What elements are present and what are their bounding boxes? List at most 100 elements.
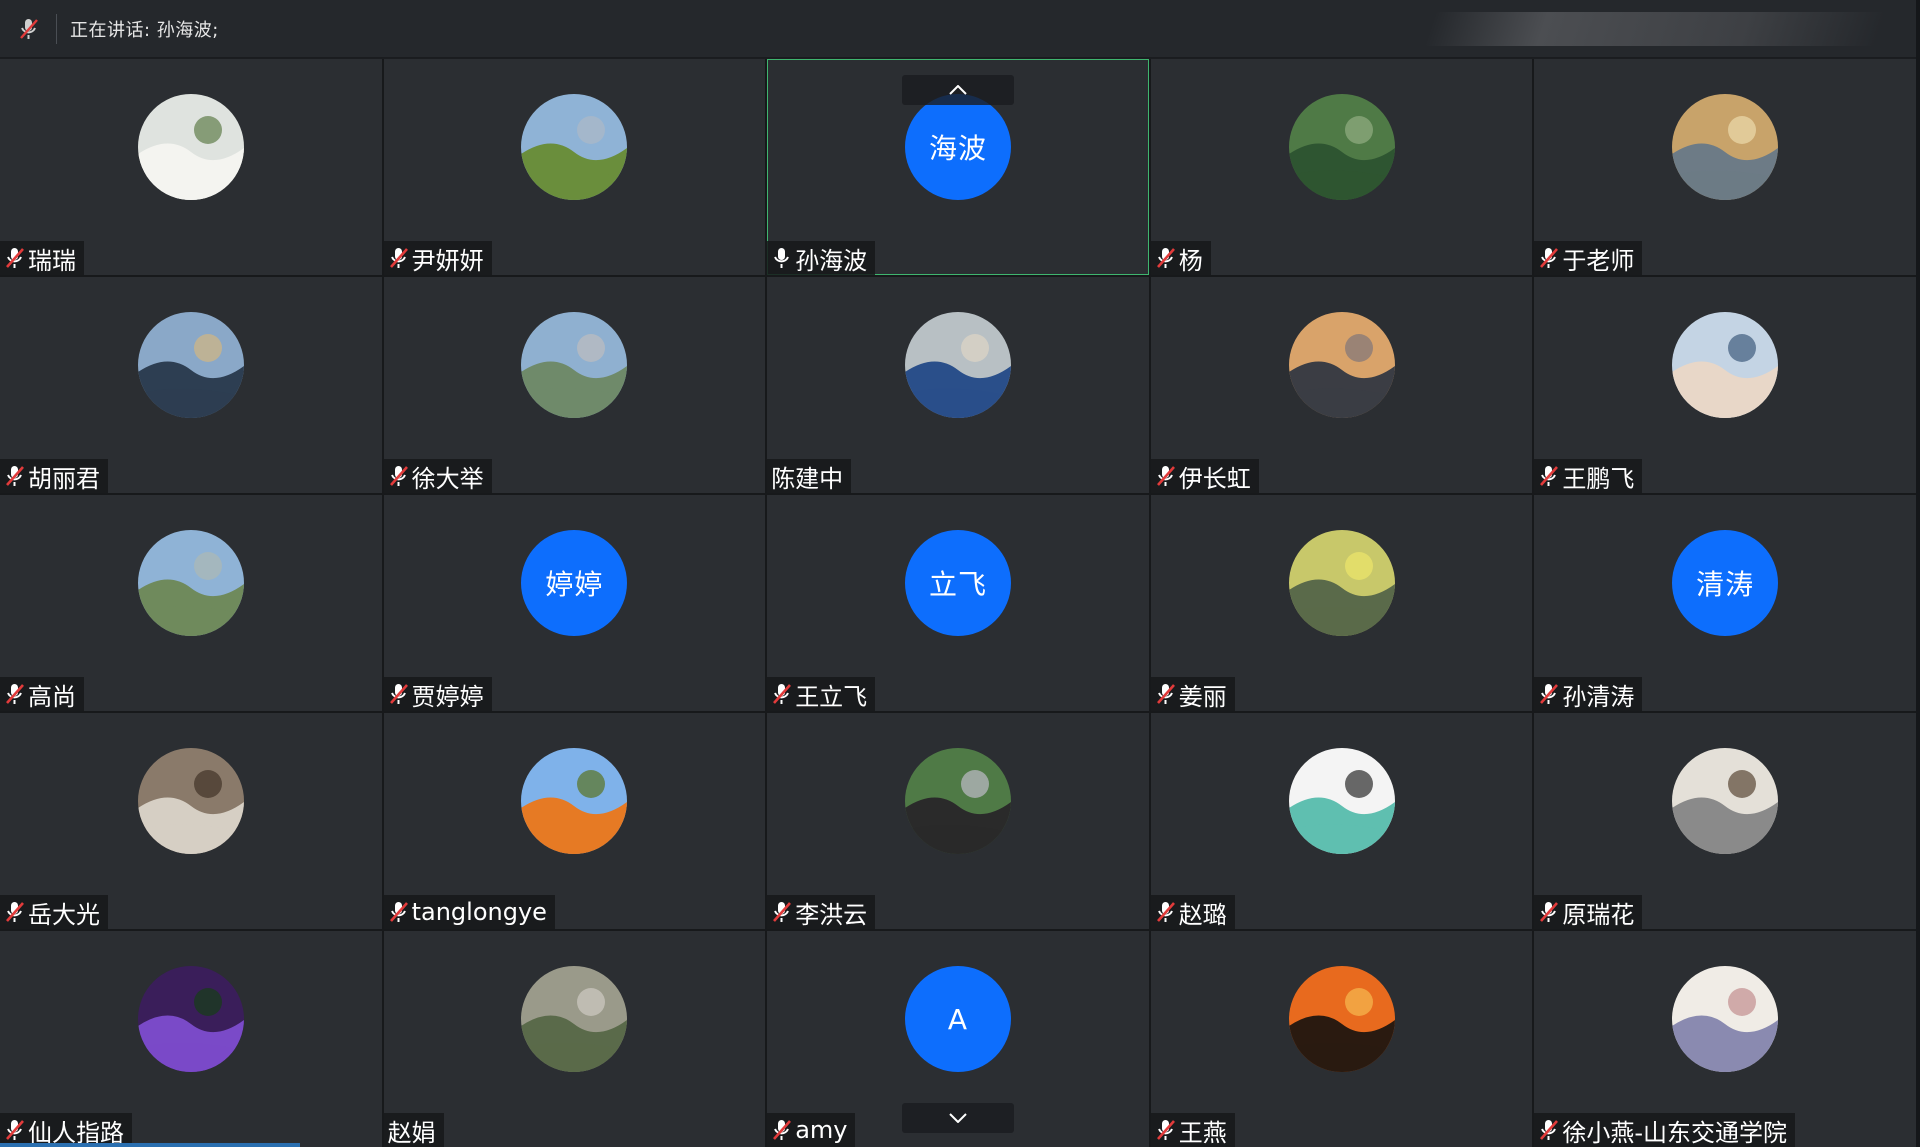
speaking-indicator: 正在讲话: 孙海波; <box>70 19 219 41</box>
chevron-up-icon[interactable] <box>901 75 1014 105</box>
avatar <box>137 966 244 1072</box>
participant-name-tag: 赵璐 <box>1150 895 1235 929</box>
participant-name-tag: 陈建中 <box>767 459 852 493</box>
participant-name-tag: 高尚 <box>0 677 84 711</box>
avatar: 海波 <box>904 94 1011 200</box>
participant-tile[interactable]: 胡丽君 <box>0 277 382 493</box>
muted-mic-icon <box>4 681 26 707</box>
toolbar-ghost <box>1424 12 1886 46</box>
participant-grid: 瑞瑞 尹妍妍 海波 孙海波杨于老师 胡丽君 徐大举 陈建中 伊长虹 王鹏飞 高尚 婷婷 贾婷婷 立飞 王立… <box>0 59 1916 1147</box>
muted-mic-icon <box>1538 1117 1560 1143</box>
participant-tile[interactable]: 赵娟 <box>383 931 766 1147</box>
avatar: 婷婷 <box>521 530 628 636</box>
participant-name-tag: 王立飞 <box>767 677 876 711</box>
participant-name: 瑞瑞 <box>28 246 76 275</box>
avatar <box>1288 530 1395 636</box>
participant-tile[interactable]: Aamy <box>767 931 1149 1147</box>
participant-name-tag: 仙人指路 <box>0 1113 132 1147</box>
avatar <box>1288 312 1395 418</box>
participant-name: 原瑞花 <box>1562 900 1635 929</box>
participant-name-tag: 王鹏飞 <box>1534 459 1643 493</box>
avatar <box>1672 966 1779 1072</box>
participant-name: 于老师 <box>1562 246 1635 275</box>
muted-mic-icon <box>1155 1117 1177 1143</box>
participant-name-tag: 李洪云 <box>767 895 876 929</box>
participant-name: 王燕 <box>1178 1118 1227 1147</box>
participant-name-tag: 徐大举 <box>383 459 492 493</box>
muted-mic-icon <box>1155 463 1177 489</box>
participant-tile[interactable]: 尹妍妍 <box>383 59 766 275</box>
participant-name: 徐小燕-山东交通学院 <box>1562 1118 1788 1147</box>
participant-tile[interactable]: 清涛孙清涛 <box>1534 495 1916 711</box>
avatar <box>521 748 628 854</box>
avatar-initials: 清涛 <box>1696 568 1755 601</box>
muted-mic-icon <box>4 899 26 925</box>
scrollbar-track[interactable] <box>1916 0 1920 1147</box>
participant-tile[interactable]: 姜丽 <box>1150 495 1533 711</box>
avatar-initials: A <box>947 1002 969 1036</box>
participant-name-tag: 孙清涛 <box>1534 677 1643 711</box>
muted-mic-icon[interactable] <box>14 14 44 44</box>
participant-tile[interactable]: 仙人指路 <box>0 931 382 1147</box>
participant-tile[interactable]: 杨 <box>1150 59 1533 275</box>
avatar <box>904 748 1011 854</box>
participant-tile[interactable]: 于老师 <box>1534 59 1916 275</box>
avatar: 清涛 <box>1672 530 1779 636</box>
participant-tile[interactable]: 赵璐 <box>1150 713 1533 929</box>
avatar <box>137 530 244 636</box>
participant-name-tag: 瑞瑞 <box>0 241 84 275</box>
participant-name: 尹妍妍 <box>411 246 484 275</box>
muted-mic-icon <box>1538 245 1560 271</box>
participant-name: 仙人指路 <box>28 1118 124 1147</box>
participant-name-tag: 伊长虹 <box>1150 459 1259 493</box>
participant-tile[interactable]: 李洪云 <box>767 713 1149 929</box>
participant-tile[interactable]: 婷婷贾婷婷 <box>383 495 766 711</box>
avatar <box>1672 94 1779 200</box>
avatar-initials: 海波 <box>928 132 987 165</box>
avatar-initials: 立飞 <box>928 568 987 601</box>
avatar <box>137 748 244 854</box>
participant-tile[interactable]: 王燕 <box>1150 931 1533 1147</box>
participant-name: 岳大光 <box>28 900 100 929</box>
participant-tile[interactable]: 陈建中 <box>767 277 1149 493</box>
divider <box>56 13 57 44</box>
muted-mic-icon <box>1155 681 1177 707</box>
participant-name-tag: 杨 <box>1150 241 1211 275</box>
participant-name: 贾婷婷 <box>411 682 484 711</box>
participant-tile[interactable]: 立飞王立飞 <box>767 495 1149 711</box>
participant-tile[interactable]: tanglongye <box>383 713 766 929</box>
muted-mic-icon <box>1155 245 1177 271</box>
muted-mic-icon <box>4 245 26 271</box>
avatar <box>137 94 244 200</box>
participant-name: tanglongye <box>411 898 547 926</box>
muted-mic-icon <box>771 899 793 925</box>
participant-name: 胡丽君 <box>28 464 100 493</box>
avatar <box>521 94 628 200</box>
participant-name: 徐大举 <box>411 464 484 493</box>
participant-tile[interactable]: 王鹏飞 <box>1534 277 1916 493</box>
avatar <box>1672 312 1779 418</box>
participant-tile[interactable]: 高尚 <box>0 495 382 711</box>
chevron-down-icon[interactable] <box>901 1103 1014 1133</box>
participant-name-tag: 胡丽君 <box>0 459 108 493</box>
participant-name-tag: 原瑞花 <box>1534 895 1643 929</box>
participant-name-tag: 赵娟 <box>383 1113 444 1147</box>
avatar <box>1288 748 1395 854</box>
participant-tile[interactable]: 瑞瑞 <box>0 59 382 275</box>
muted-mic-icon <box>388 681 410 707</box>
muted-mic-icon <box>771 681 793 707</box>
participant-tile[interactable]: 原瑞花 <box>1534 713 1916 929</box>
participant-tile[interactable]: 伊长虹 <box>1150 277 1533 493</box>
muted-mic-icon <box>388 463 410 489</box>
participant-name: 赵娟 <box>387 1118 436 1147</box>
participant-tile[interactable]: 海波孙海波 <box>767 59 1149 275</box>
participant-tile[interactable]: 岳大光 <box>0 713 382 929</box>
avatar <box>521 966 628 1072</box>
participant-tile[interactable]: 徐小燕-山东交通学院 <box>1534 931 1916 1147</box>
participant-tile[interactable]: 徐大举 <box>383 277 766 493</box>
participant-name-tag: 孙海波 <box>767 241 876 275</box>
participant-name-tag: 王燕 <box>1150 1113 1235 1147</box>
participant-name: 王鹏飞 <box>1562 464 1635 493</box>
muted-mic-icon <box>4 1117 26 1143</box>
participant-name: 孙清涛 <box>1562 682 1635 711</box>
